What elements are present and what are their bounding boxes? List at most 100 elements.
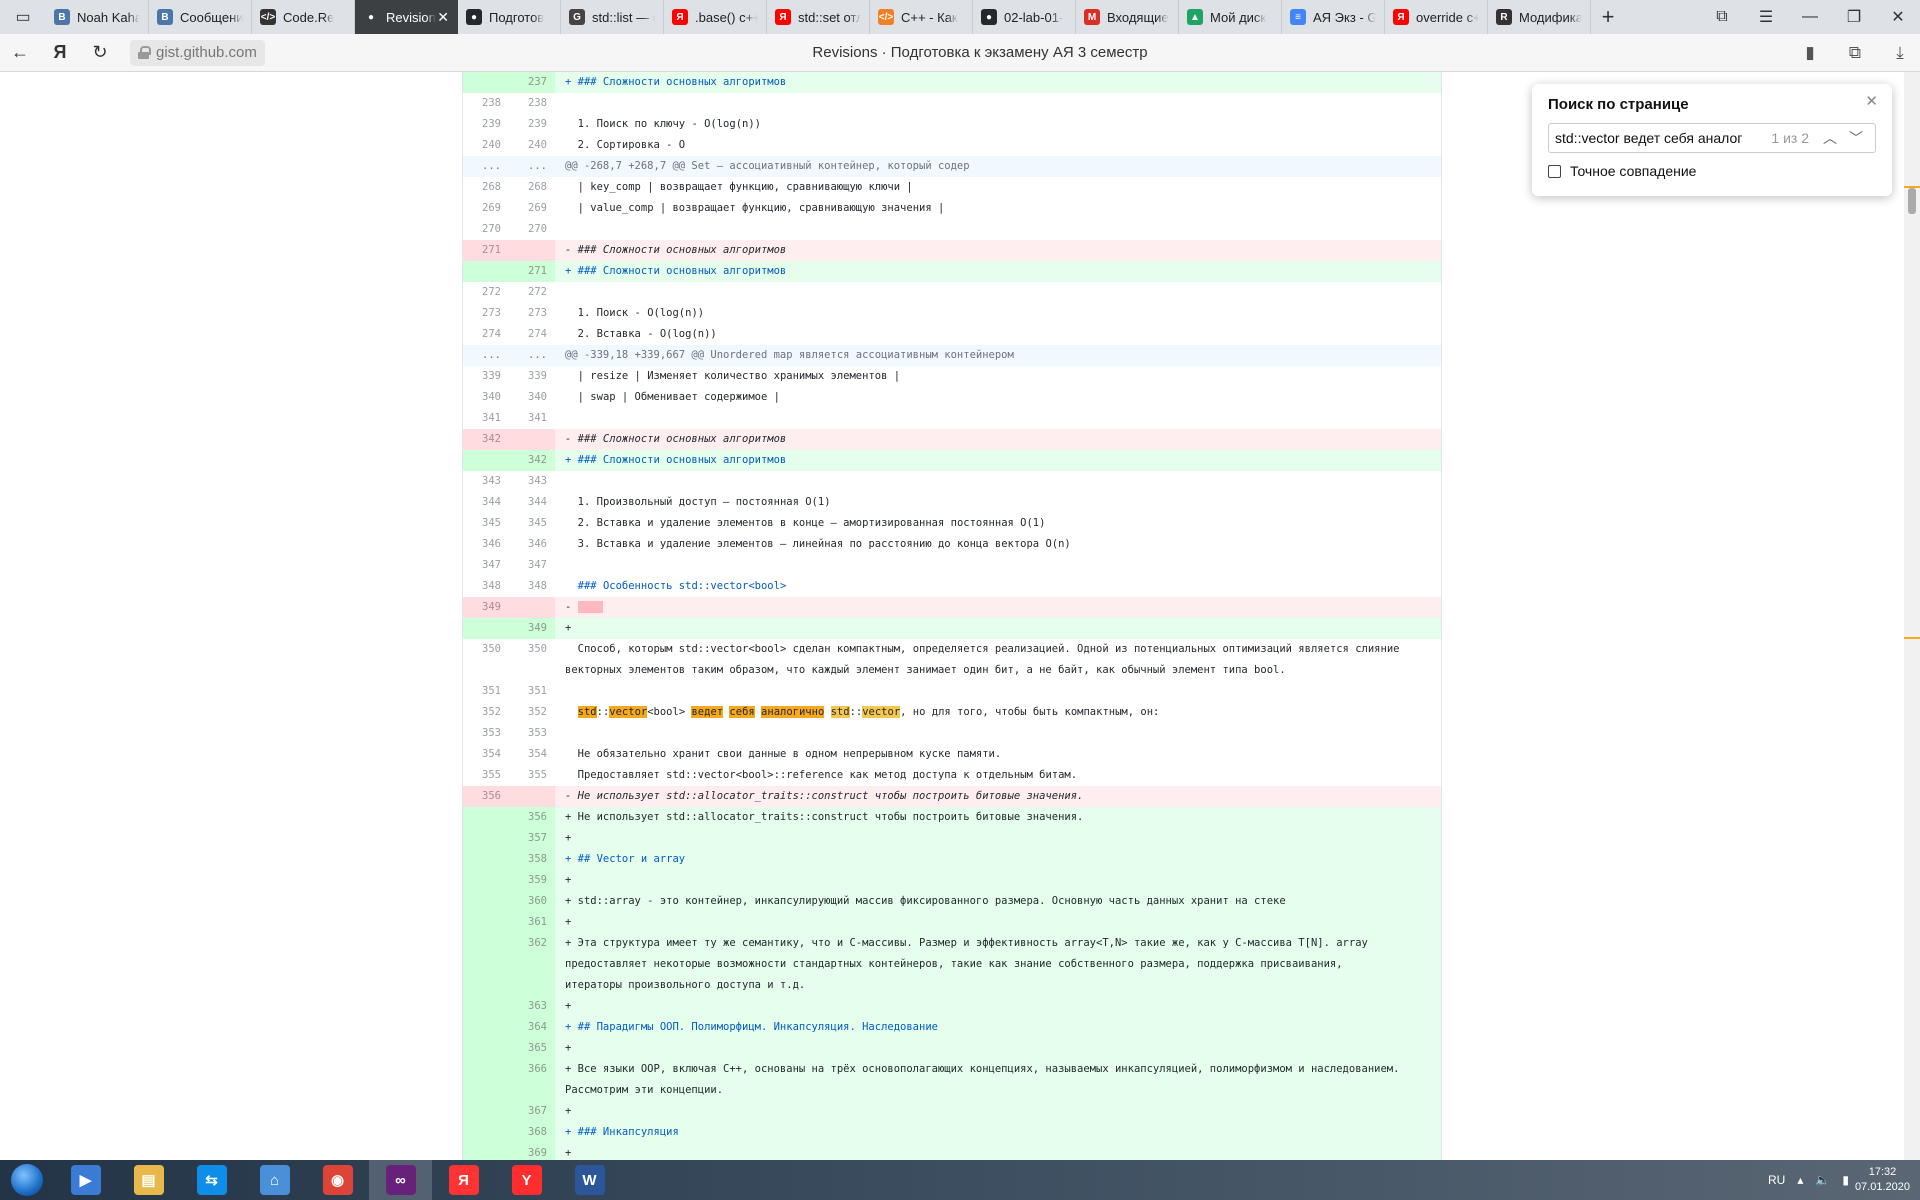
network-icon[interactable]: ▮ <box>1842 1173 1849 1187</box>
new-line-number[interactable]: 237 <box>509 72 555 93</box>
new-line-number[interactable]: 369 <box>509 1143 555 1160</box>
taskbar-app-2[interactable]: ⇆ <box>180 1160 243 1200</box>
old-line-number[interactable]: 355 <box>463 765 509 786</box>
new-line-number[interactable]: 340 <box>509 387 555 408</box>
menu-icon[interactable]: ☰ <box>1744 0 1788 34</box>
new-line-number[interactable]: 358 <box>509 849 555 870</box>
close-tab-icon[interactable]: ✕ <box>437 9 449 26</box>
new-line-number[interactable]: 272 <box>509 282 555 303</box>
old-line-number[interactable]: 344 <box>463 492 509 513</box>
old-line-number[interactable]: 341 <box>463 408 509 429</box>
tab-1[interactable]: В Сообщени <box>149 0 252 34</box>
new-line-number[interactable]: 367 <box>509 1101 555 1122</box>
old-line-number[interactable]: 343 <box>463 471 509 492</box>
old-line-number[interactable]: 240 <box>463 135 509 156</box>
new-line-number[interactable]: 352 <box>509 702 555 723</box>
new-tab-button[interactable]: + <box>1591 0 1625 34</box>
old-line-number[interactable] <box>463 1101 509 1122</box>
old-line-number[interactable]: 345 <box>463 513 509 534</box>
tab-14[interactable]: R Модифика <box>1488 0 1591 34</box>
taskbar-app-3[interactable]: ⌂ <box>243 1160 306 1200</box>
taskbar-app-4[interactable]: ◉ <box>306 1160 369 1200</box>
old-line-number[interactable] <box>463 450 509 471</box>
tab-13[interactable]: Яoverride c+ <box>1385 0 1488 34</box>
old-line-number[interactable]: 274 <box>463 324 509 345</box>
old-line-number[interactable] <box>463 1038 509 1059</box>
old-line-number[interactable]: 342 <box>463 429 509 450</box>
tab-2[interactable]: </> Code.Re <box>252 0 355 34</box>
tab-7[interactable]: Яstd::set отл <box>767 0 870 34</box>
taskbar-app-5[interactable]: ∞ <box>369 1160 432 1200</box>
new-line-number[interactable] <box>509 429 555 450</box>
old-line-number[interactable] <box>463 849 509 870</box>
taskbar-app-6[interactable]: Я <box>432 1160 495 1200</box>
new-line-number[interactable]: 360 <box>509 891 555 912</box>
taskbar-app-0[interactable]: ▶ <box>54 1160 117 1200</box>
new-line-number[interactable]: 269 <box>509 198 555 219</box>
tab-9[interactable]: ● 02-lab-01- <box>973 0 1076 34</box>
old-line-number[interactable]: 238 <box>463 93 509 114</box>
old-line-number[interactable]: 351 <box>463 681 509 702</box>
chevron-down-icon[interactable]: ﹀ <box>1843 128 1869 148</box>
new-line-number[interactable] <box>509 597 555 618</box>
old-line-number[interactable] <box>463 72 509 93</box>
new-line-number[interactable]: 238 <box>509 93 555 114</box>
old-line-number[interactable]: 348 <box>463 576 509 597</box>
tab-12[interactable]: ≡ АЯ Экз - G <box>1282 0 1385 34</box>
new-line-number[interactable]: 346 <box>509 534 555 555</box>
old-line-number[interactable] <box>463 996 509 1017</box>
scrollbar[interactable] <box>1904 72 1920 1160</box>
close-window-button[interactable]: ✕ <box>1876 0 1920 34</box>
old-line-number[interactable] <box>463 891 509 912</box>
downloads-icon[interactable]: ⤓ <box>1880 43 1920 63</box>
old-line-number[interactable]: 239 <box>463 114 509 135</box>
tab-4[interactable]: ● Подготов <box>458 0 561 34</box>
tab-5[interactable]: Gstd::list — c <box>561 0 664 34</box>
new-line-number[interactable]: 240 <box>509 135 555 156</box>
new-line-number[interactable]: 356 <box>509 807 555 828</box>
old-line-number[interactable]: ... <box>463 156 509 177</box>
old-line-number[interactable] <box>463 261 509 282</box>
new-line-number[interactable]: 273 <box>509 303 555 324</box>
reload-button[interactable]: ↻ <box>80 34 120 72</box>
old-line-number[interactable]: ... <box>463 345 509 366</box>
old-line-number[interactable]: 269 <box>463 198 509 219</box>
new-line-number[interactable]: 361 <box>509 912 555 933</box>
yandex-home-button[interactable]: Я <box>40 34 80 72</box>
new-line-number[interactable]: 359 <box>509 870 555 891</box>
old-line-number[interactable]: 349 <box>463 597 509 618</box>
new-line-number[interactable]: 343 <box>509 471 555 492</box>
clock[interactable]: 17:32 07.01.2020 <box>1855 1165 1910 1195</box>
new-line-number[interactable]: 353 <box>509 723 555 744</box>
old-line-number[interactable] <box>463 1017 509 1038</box>
taskbar-app-1[interactable]: ▤ <box>117 1160 180 1200</box>
new-line-number[interactable]: 365 <box>509 1038 555 1059</box>
new-line-number[interactable]: ... <box>509 345 555 366</box>
old-line-number[interactable]: 272 <box>463 282 509 303</box>
bookmarks-icon[interactable]: ⧉ <box>1700 0 1744 34</box>
url-field[interactable]: gist.github.com <box>130 39 265 66</box>
taskbar-app-8[interactable]: W <box>558 1160 621 1200</box>
bookmarks-panel-icon[interactable]: ⧉ <box>1830 43 1880 63</box>
minimize-button[interactable]: — <box>1788 0 1832 34</box>
new-line-number[interactable]: 350 <box>509 639 555 681</box>
scrollbar-thumb[interactable] <box>1908 188 1916 214</box>
new-line-number[interactable]: 363 <box>509 996 555 1017</box>
new-line-number[interactable]: 355 <box>509 765 555 786</box>
start-button[interactable] <box>0 1160 54 1200</box>
back-button[interactable]: ← <box>0 34 40 72</box>
find-input[interactable]: std::vector ведет себя аналог 1 из 2 ︿ ﹀ <box>1548 123 1876 153</box>
new-line-number[interactable]: 239 <box>509 114 555 135</box>
exact-match-checkbox[interactable]: Точное совпадение <box>1548 163 1876 179</box>
old-line-number[interactable]: 356 <box>463 786 509 807</box>
tabs-list-icon[interactable]: ▭ <box>0 0 46 34</box>
new-line-number[interactable]: 270 <box>509 219 555 240</box>
chevron-up-icon[interactable]: ︿ <box>1817 128 1843 148</box>
bookmark-icon[interactable]: ▮ <box>1790 43 1830 63</box>
old-line-number[interactable] <box>463 618 509 639</box>
language-indicator[interactable]: RU <box>1768 1173 1785 1187</box>
new-line-number[interactable] <box>509 786 555 807</box>
old-line-number[interactable]: 352 <box>463 702 509 723</box>
new-line-number[interactable]: 368 <box>509 1122 555 1143</box>
new-line-number[interactable]: 339 <box>509 366 555 387</box>
